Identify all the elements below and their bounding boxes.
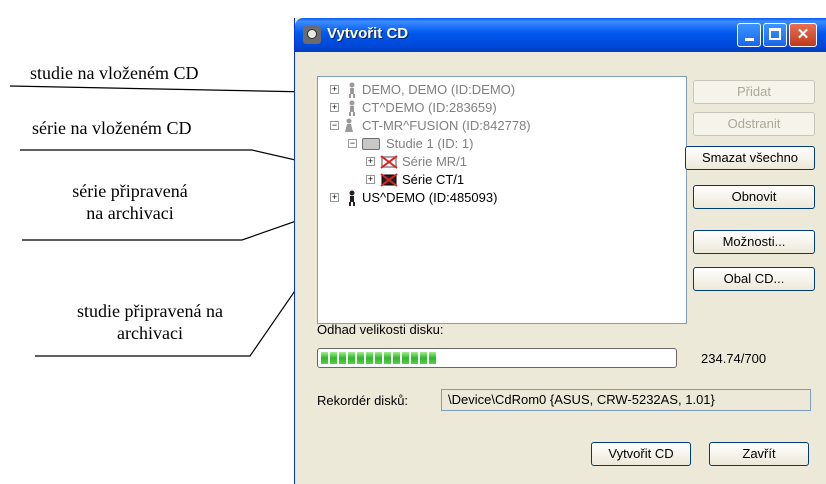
progress-segment	[339, 352, 346, 364]
patient-icon	[349, 100, 355, 116]
close-button[interactable]: Zavřít	[709, 442, 809, 466]
add-button[interactable]: Přidat	[693, 80, 815, 104]
title-bar[interactable]: Vytvořit CD ✕	[295, 18, 826, 52]
progress-segment	[402, 352, 409, 364]
app-icon	[303, 26, 321, 44]
expand-icon[interactable]: +	[366, 157, 375, 166]
patient-icon	[349, 190, 355, 206]
progress-segment	[321, 352, 328, 364]
progress-segment	[348, 352, 355, 364]
annotation-series-ready: série připravená na archivaci	[40, 180, 220, 224]
create-cd-dialog: Vytvořit CD ✕ + DEMO, DEMO (ID:DEMO) + C…	[294, 18, 826, 484]
window-title: Vytvořit CD	[327, 25, 409, 42]
disk-progress-bar	[317, 348, 677, 368]
tree-item-label: DEMO, DEMO (ID:DEMO)	[362, 82, 516, 97]
recorder-field[interactable]: \Device\CdRom0 {ASUS, CRW-5232AS, 1.01}	[441, 389, 811, 411]
progress-segment	[393, 352, 400, 364]
annotation-study-on-cd: studie na vloženém CD	[30, 63, 199, 83]
minimize-button[interactable]	[737, 23, 761, 47]
close-window-button[interactable]: ✕	[789, 23, 817, 47]
progress-segment	[357, 352, 364, 364]
tree-item-label: CT-MR^FUSION (ID:842778)	[362, 118, 531, 133]
remove-button[interactable]: Odstranit	[693, 112, 815, 136]
clear-all-button[interactable]: Smazat všechno	[685, 146, 815, 170]
annotation-study-ready-line1: studie připravená na	[77, 301, 223, 321]
tree-item-label: Série MR/1	[402, 154, 468, 169]
annotation-series-ready-line1: série připravená	[72, 181, 188, 201]
expand-icon[interactable]: +	[330, 85, 339, 94]
collapse-icon[interactable]: −	[330, 121, 339, 130]
tree-item-label: CT^DEMO (ID:283659)	[362, 100, 497, 115]
recorder-label: Rekordér disků:	[317, 393, 409, 408]
progress-fill	[321, 352, 436, 364]
annotation-series-ready-line2: na archivaci	[86, 203, 174, 223]
minimize-icon	[745, 38, 754, 41]
patient-icon	[349, 82, 355, 98]
annotation-study-ready: studie připravená na archivaci	[40, 300, 260, 344]
expand-icon[interactable]: +	[330, 103, 339, 112]
study-folder-icon	[362, 138, 380, 150]
tree-item-label: Studie 1 (ID: 1)	[386, 136, 474, 151]
series-icon	[380, 173, 398, 187]
progress-segment	[411, 352, 418, 364]
progress-segment	[429, 352, 436, 364]
refresh-button[interactable]: Obnovit	[693, 185, 815, 209]
series-icon	[380, 155, 398, 169]
expand-icon[interactable]: +	[366, 175, 375, 184]
study-tree[interactable]: + DEMO, DEMO (ID:DEMO) + CT^DEMO (ID:283…	[317, 76, 687, 324]
cd-cover-button[interactable]: Obal CD...	[693, 267, 815, 291]
options-button[interactable]: Možnosti...	[693, 230, 815, 254]
tree-item-label: US^DEMO (ID:485093)	[362, 190, 498, 205]
create-cd-button[interactable]: Vytvořit CD	[591, 442, 691, 466]
callout-line-study-on-cd	[9, 85, 311, 93]
progress-segment	[375, 352, 382, 364]
close-icon: ✕	[796, 26, 810, 43]
annotation-series-on-cd: série na vloženém CD	[32, 118, 192, 138]
maximize-button[interactable]	[763, 23, 787, 47]
progress-segment	[366, 352, 373, 364]
progress-segment	[384, 352, 391, 364]
maximize-icon	[769, 28, 781, 40]
progress-segment	[330, 352, 337, 364]
patient-female-icon	[345, 118, 353, 132]
tree-item-label: Série CT/1	[402, 172, 465, 187]
disk-estimate-label: Odhad velikosti disku:	[317, 322, 444, 337]
annotation-study-ready-line2: archivaci	[117, 323, 183, 343]
collapse-icon[interactable]: −	[348, 139, 357, 148]
progress-segment	[420, 352, 427, 364]
disk-size-value: 234.74/700	[701, 351, 767, 366]
expand-icon[interactable]: +	[330, 193, 339, 202]
